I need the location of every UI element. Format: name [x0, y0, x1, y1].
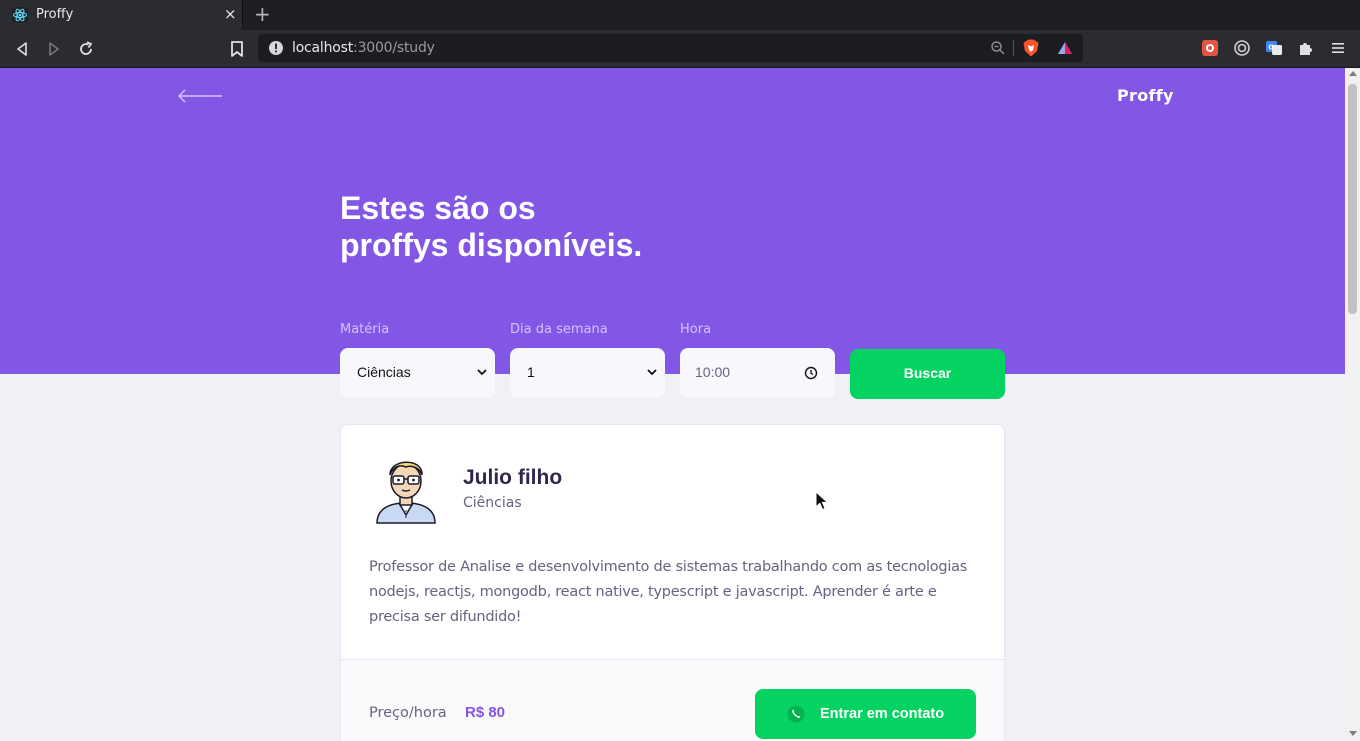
whatsapp-icon	[787, 705, 805, 723]
extensions-puzzle-icon[interactable]	[1297, 39, 1315, 57]
time-label: Hora	[680, 322, 712, 337]
weekday-select[interactable]: 1	[510, 348, 665, 398]
browser-tab[interactable]: Proffy ×	[0, 0, 243, 30]
reload-icon[interactable]	[76, 39, 96, 59]
contact-button[interactable]: Entrar em contato	[755, 689, 976, 739]
chevron-down-icon	[477, 369, 487, 376]
chevron-down-icon	[647, 369, 657, 376]
page-title-line-1: Estes são os	[340, 190, 536, 226]
price-label: Preço/hora	[369, 705, 447, 721]
svg-text:G: G	[1268, 44, 1274, 52]
address-bar-divider	[1013, 40, 1014, 56]
scrollbar-thumb[interactable]	[1348, 84, 1357, 314]
weekday-label: Dia da semana	[510, 322, 608, 337]
extension-game-icon[interactable]	[1201, 39, 1219, 57]
browser-tab-bar: Proffy × +	[0, 0, 1360, 30]
contact-button-label: Entrar em contato	[820, 706, 945, 722]
extension-target-icon[interactable]	[1233, 39, 1251, 57]
proffy-logo: Proffy	[1117, 86, 1174, 105]
address-bar[interactable]: localhost:3000/study	[258, 34, 1083, 62]
clock-icon[interactable]	[804, 366, 818, 380]
time-input-value: 10:00	[695, 364, 731, 380]
teacher-card: Julio filho Ciências Professor de Analis…	[340, 424, 1005, 741]
subject-label: Matéria	[340, 322, 390, 337]
page-header: Proffy Estes são os proffys disponíveis.…	[0, 68, 1345, 399]
mouse-cursor-icon	[815, 491, 829, 511]
url-text[interactable]: localhost:3000/study	[292, 40, 435, 56]
price-value: R$ 80	[465, 704, 506, 721]
weekday-select-value: 1	[527, 364, 535, 380]
subject-select[interactable]: Ciências	[340, 348, 495, 398]
subject-select-value: Ciências	[357, 364, 411, 380]
scroll-down-arrow-icon[interactable]	[1349, 731, 1357, 736]
close-tab-icon[interactable]: ×	[224, 6, 237, 22]
site-info-icon[interactable]	[268, 40, 284, 56]
menu-icon[interactable]	[1329, 39, 1347, 57]
browser-toolbar: localhost:3000/study G	[0, 30, 1360, 68]
brave-rewards-icon[interactable]	[1057, 40, 1073, 56]
teacher-name: Julio filho	[463, 466, 563, 489]
search-button[interactable]: Buscar	[850, 349, 1005, 399]
back-icon[interactable]	[12, 39, 32, 59]
bookmark-icon[interactable]	[227, 39, 247, 59]
back-arrow-icon[interactable]	[176, 88, 224, 104]
teacher-card-footer: Preço/hora R$ 80 Entrar em contato	[341, 659, 1004, 741]
zoom-icon[interactable]	[990, 40, 1006, 56]
page-scrollbar[interactable]	[1345, 68, 1360, 741]
search-button-label: Buscar	[903, 365, 952, 381]
react-icon	[12, 7, 28, 23]
teacher-subject: Ciências	[463, 495, 522, 511]
new-tab-icon[interactable]: +	[254, 4, 271, 24]
teacher-bio: Professor de Analise e desenvolvimento d…	[369, 559, 968, 625]
forward-icon[interactable]	[44, 39, 64, 59]
translate-icon[interactable]: G	[1265, 39, 1283, 57]
avatar	[376, 461, 436, 524]
brave-shields-icon[interactable]	[1023, 39, 1039, 57]
page-viewport: Proffy Estes são os proffys disponíveis.…	[0, 68, 1345, 741]
tab-title: Proffy	[36, 7, 74, 22]
scroll-up-arrow-icon[interactable]	[1349, 71, 1357, 76]
time-input[interactable]: 10:00	[680, 348, 835, 398]
page-title: Estes são os proffys disponíveis.	[340, 190, 740, 264]
page-title-line-2: proffys disponíveis.	[340, 227, 643, 263]
